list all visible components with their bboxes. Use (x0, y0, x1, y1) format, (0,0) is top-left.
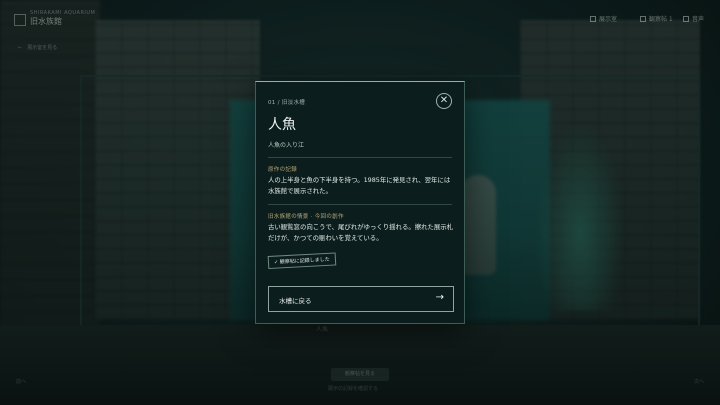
back-button-label: 水槽に戻る (279, 297, 312, 305)
speaker-icon (683, 16, 689, 22)
section-original-heading: 原作の記録 (268, 167, 298, 173)
nav-rooms-button[interactable]: 展示室 (590, 14, 617, 23)
close-button[interactable]: ✕ (436, 93, 452, 109)
nav-sound-button[interactable]: 音声 (683, 14, 704, 23)
section-original-body: 人の上半身と魚の下半身を持つ。1985年に発見され、翌年には水族館で展示された。 (268, 176, 451, 195)
exhibit-subtitle: 人魚の入り江 (268, 142, 305, 149)
section-scene-body: 古い観覧窓の向こうで、尾びれがゆっくり揺れる。擦れた展示札だけが、かつての賑わい… (268, 223, 454, 242)
close-icon: ✕ (439, 95, 449, 106)
breadcrumb: 01 / 旧淡水槽 (268, 100, 306, 106)
section-scene-heading: 旧水族館の情景 · 今回の創作 (268, 214, 344, 220)
logo-icon (14, 14, 26, 26)
grid-icon (590, 16, 596, 22)
back-to-tank-button[interactable]: 水槽に戻る → (268, 286, 454, 312)
brand-title: 旧水族館 (30, 17, 62, 26)
recorded-stamp: ✓ 観察帖に記録しました (267, 252, 337, 269)
divider (268, 204, 452, 205)
exhibit-title: 人魚 (268, 117, 296, 133)
arrow-right-icon: → (435, 292, 444, 303)
book-icon (640, 16, 646, 22)
divider (268, 157, 452, 158)
nav-notebook-button[interactable]: 観察帖 1 (640, 14, 673, 23)
exhibit-detail-modal: 01 / 旧淡水槽 ✕ 人魚 人魚の入り江 原作の記録 人の上半身と魚の下半身を… (255, 81, 465, 324)
top-bar: SHIRAKAMI AQUARIUM 旧水族館 ← 展示室を見る 展示室 観察帖… (0, 0, 720, 51)
back-to-rooms-link[interactable]: ← 展示室を見る (18, 44, 57, 51)
